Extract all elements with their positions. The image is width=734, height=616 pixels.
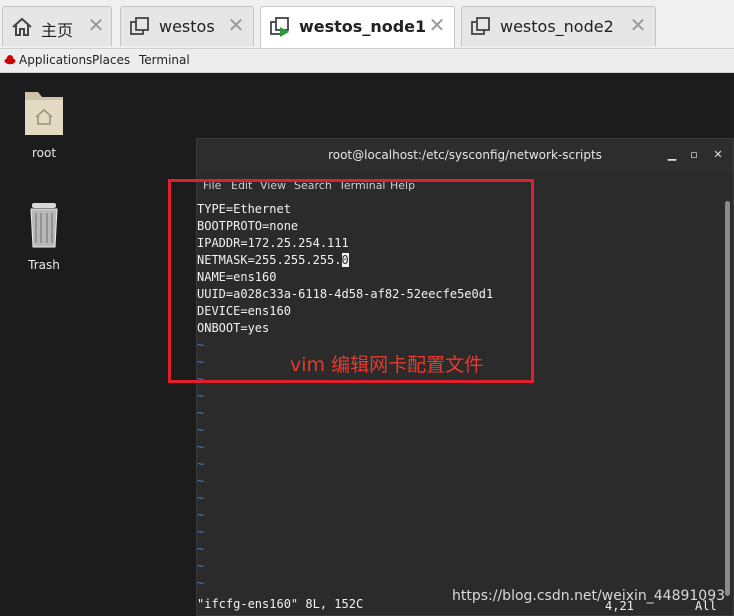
close-icon[interactable]: ✕ bbox=[428, 15, 446, 35]
tilde-line: ~ bbox=[197, 440, 205, 454]
maximize-icon[interactable]: ▫ bbox=[687, 148, 701, 162]
desktop-icon-root[interactable]: root bbox=[14, 84, 74, 160]
close-icon[interactable]: ✕ bbox=[711, 148, 725, 162]
terminal-menu[interactable]: Terminal bbox=[139, 53, 190, 67]
vim-status-line: "ifcfg-ens160" 8L, 152C bbox=[197, 597, 364, 611]
annotation-text: vim 编辑网卡配置文件 bbox=[290, 354, 484, 376]
tab-westos-node2[interactable]: westos_node2 ✕ bbox=[461, 6, 656, 46]
places-menu[interactable]: Places bbox=[92, 53, 130, 67]
tilde-line: ~ bbox=[197, 576, 205, 590]
tab-label: westos_node2 bbox=[500, 17, 614, 36]
tab-label: westos bbox=[159, 17, 215, 36]
home-icon bbox=[12, 17, 32, 36]
tilde-line: ~ bbox=[197, 525, 205, 539]
vm-icon bbox=[471, 17, 490, 35]
tilde-line: ~ bbox=[197, 508, 205, 522]
vm-icon bbox=[130, 17, 149, 35]
gnome-top-bar: Applications Places Terminal bbox=[0, 49, 734, 73]
trash-icon bbox=[30, 203, 58, 248]
vm-running-icon bbox=[270, 17, 289, 37]
tab-westos-node1[interactable]: westos_node1 ✕ bbox=[260, 6, 455, 48]
tilde-line: ~ bbox=[197, 457, 205, 471]
tab-home[interactable]: 主页 ✕ bbox=[2, 6, 112, 46]
tilde-line: ~ bbox=[197, 423, 205, 437]
close-icon[interactable]: ✕ bbox=[227, 15, 245, 35]
home-folder-icon bbox=[25, 92, 63, 135]
close-icon[interactable]: ✕ bbox=[629, 15, 647, 35]
terminal-titlebar[interactable]: root@localhost:/etc/sysconfig/network-sc… bbox=[197, 139, 733, 173]
desktop-icon-trash[interactable]: Trash bbox=[14, 200, 74, 272]
vm-tab-bar: 主页 ✕ westos ✕ westos_node1 ✕ westos_node… bbox=[0, 0, 734, 49]
desktop-icon-label: Trash bbox=[28, 258, 60, 272]
tilde-line: ~ bbox=[197, 406, 205, 420]
tilde-line: ~ bbox=[197, 474, 205, 488]
terminal-title: root@localhost:/etc/sysconfig/network-sc… bbox=[328, 148, 602, 162]
tab-westos[interactable]: westos ✕ bbox=[120, 6, 254, 46]
close-icon[interactable]: ✕ bbox=[87, 15, 105, 35]
tab-label: 主页 bbox=[41, 21, 74, 40]
tilde-line: ~ bbox=[197, 542, 205, 556]
tilde-line: ~ bbox=[197, 389, 205, 403]
minimize-icon[interactable]: ▁ bbox=[665, 148, 679, 162]
tilde-line: ~ bbox=[197, 491, 205, 505]
tab-label: westos_node1 bbox=[299, 17, 427, 36]
applications-menu[interactable]: Applications bbox=[19, 53, 92, 67]
tilde-line: ~ bbox=[197, 559, 205, 573]
scrollbar[interactable] bbox=[725, 201, 730, 596]
watermark: https://blog.csdn.net/weixin_44891093 bbox=[452, 588, 726, 604]
redhat-logo-icon bbox=[4, 55, 16, 65]
desktop-icon-label: root bbox=[31, 146, 57, 160]
